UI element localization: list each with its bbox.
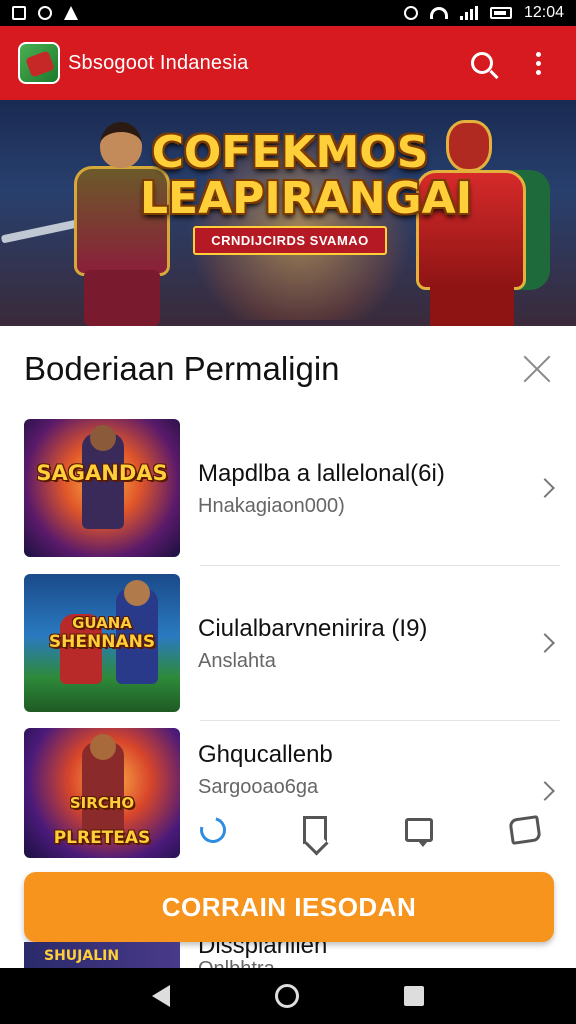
thumbnail-label: SHUJALIN <box>44 948 120 964</box>
status-time: 12:04 <box>523 4 564 21</box>
list-item-title: Ciulalbarvnenirira (I9) <box>198 614 428 642</box>
list-item-text: Mapdlba a lallelonal(6i) Hnakagiaon000) <box>198 459 538 518</box>
thumbnail-label: SAGANDAS <box>36 461 168 485</box>
thumbnail-label: SHENNANS <box>48 632 156 652</box>
list-item[interactable]: GUANA SHENNANS Ciulalbarvnenirira (I9) A… <box>24 573 560 713</box>
chevron-right-icon <box>535 633 555 653</box>
system-nav-bar <box>0 968 576 1024</box>
app-bar: Sbsogoot Indanesia <box>0 26 576 100</box>
list-item-title: Ghqucallenb <box>198 741 333 768</box>
item-actions <box>195 810 542 850</box>
thumbnail-label: SIRCHO <box>69 794 135 812</box>
status-bar: 12:04 <box>0 0 576 26</box>
recents-icon[interactable] <box>403 986 424 1006</box>
refresh-icon[interactable] <box>195 812 231 848</box>
status-right-icons: 12:04 <box>403 4 564 22</box>
sheet-header: Boderiaan Permaligin <box>0 326 576 412</box>
app-logo-icon <box>18 42 60 84</box>
status-left-icons <box>12 6 78 20</box>
list-item-subtitle: Onlbhtra <box>198 958 275 968</box>
list-item[interactable]: SAGANDAS Mapdlba a lallelonal(6i) Hnakag… <box>24 418 560 558</box>
promo-banner[interactable]: COFEKMOS LEAPIRANGAI CRNDIJCIRDS SVAMAO <box>0 100 576 326</box>
back-icon[interactable] <box>152 985 171 1007</box>
game-thumbnail: GUANA SHENNANS <box>24 574 180 712</box>
search-button[interactable] <box>462 43 502 83</box>
signal-icon <box>459 6 478 20</box>
banner-ribbon: CRNDIJCIRDS SVAMAO <box>193 226 387 255</box>
banner-title: COFEKMOS LEAPIRANGAI CRNDIJCIRDS SVAMAO <box>140 127 473 255</box>
chat-icon[interactable] <box>404 818 433 847</box>
list-item-text: Ciulalbarvnenirira (I9) Anslahta <box>198 614 538 673</box>
image-icon <box>12 6 26 20</box>
alarm-icon <box>403 6 418 20</box>
home-icon[interactable] <box>274 984 299 1008</box>
divider <box>200 720 560 721</box>
divider <box>200 565 560 566</box>
banner-title-line1: COFEKMOS <box>151 127 429 178</box>
sync-icon <box>38 6 52 20</box>
share-icon[interactable] <box>508 815 542 845</box>
bookmark-icon[interactable] <box>303 816 328 844</box>
thumbnail-label: PLRETEAS <box>53 828 151 848</box>
wifi-icon <box>429 7 448 19</box>
warning-icon <box>64 6 78 20</box>
more-options-button[interactable] <box>518 43 558 83</box>
sheet-title: Boderiaan Permaligin <box>24 350 340 387</box>
primary-cta-button[interactable]: CORRAIN IESODAN <box>24 872 554 942</box>
list-item-subtitle: Hnakagiaon000) <box>198 494 345 517</box>
app-title: Sbsogoot Indanesia <box>68 51 249 74</box>
list-item[interactable]: SHUJALIN Disspiarilien Onlbhtra <box>24 942 560 968</box>
list-item-subtitle: Anslahta <box>198 649 276 672</box>
banner-title-line2: LEAPIRANGAI <box>140 173 473 224</box>
close-icon[interactable] <box>522 354 552 384</box>
battery-icon <box>489 7 512 19</box>
list-item-text: Ghqucallenb Sargooao6ga <box>198 728 538 799</box>
search-icon <box>471 52 493 74</box>
thumbnail-label: GUANA <box>72 614 132 632</box>
list-item-title: Mapdlba a lallelonal(6i) <box>198 459 445 487</box>
chevron-right-icon <box>535 781 555 801</box>
game-thumbnail: SAGANDAS <box>24 419 180 557</box>
more-vert-icon <box>535 51 541 75</box>
game-thumbnail: SIRCHO PLRETEAS <box>24 728 180 858</box>
list-item-subtitle: Sargooao6ga <box>198 776 319 798</box>
chevron-right-icon <box>535 478 555 498</box>
game-thumbnail: SHUJALIN <box>24 942 180 968</box>
